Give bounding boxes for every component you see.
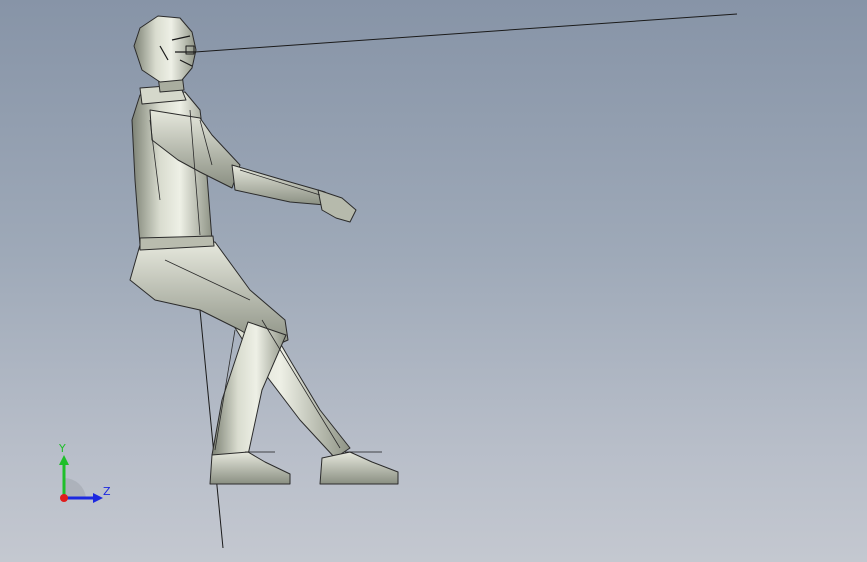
triad-y-arrow <box>59 455 69 465</box>
triad-y-label: Y <box>59 442 66 455</box>
triad-x-axis-dot <box>60 494 68 502</box>
mannequin-front-foot[interactable] <box>209 451 291 485</box>
triad-z-arrow <box>93 493 103 503</box>
triad-z-label: Z <box>103 485 111 498</box>
graphics-viewport[interactable]: Y Z <box>0 0 867 562</box>
mannequin-forearm[interactable] <box>231 164 326 206</box>
triad-graphic <box>59 455 103 503</box>
reference-triad: Y Z <box>40 438 120 518</box>
mannequin-rear-foot[interactable] <box>319 451 399 485</box>
mannequin-front-shin[interactable] <box>211 321 287 456</box>
sight-line <box>194 13 738 53</box>
triad-xy-plane <box>64 477 86 498</box>
human-mannequin[interactable] <box>129 15 399 485</box>
mannequin-hand[interactable] <box>317 189 357 223</box>
mannequin-head[interactable] <box>133 15 197 83</box>
model-scene[interactable] <box>0 0 867 562</box>
